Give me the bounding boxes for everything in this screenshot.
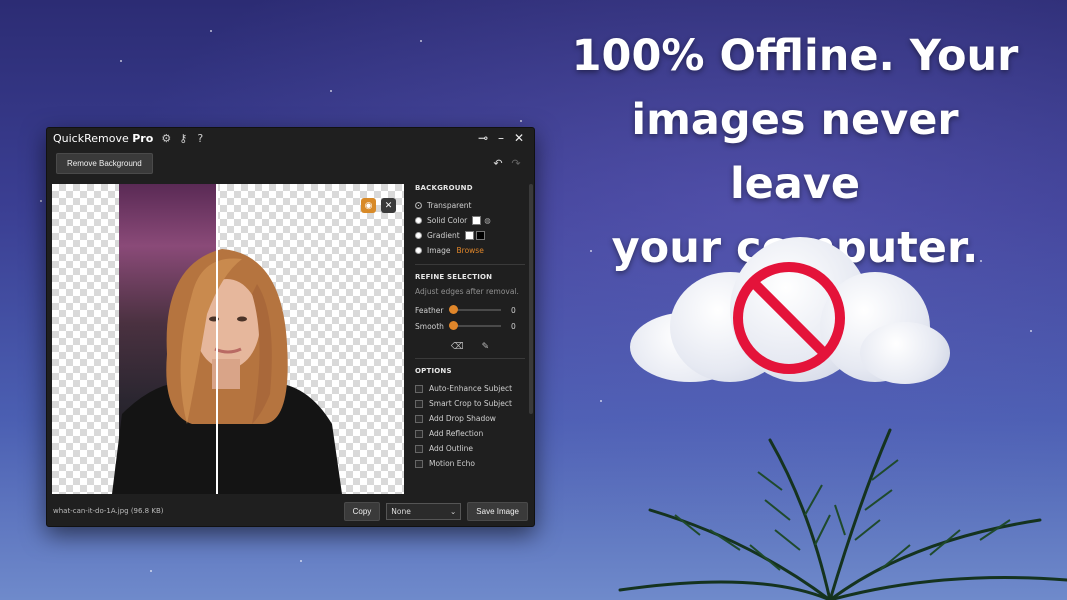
checkbox[interactable] — [415, 429, 423, 438]
compare-toggle-icon[interactable]: ◉ — [361, 198, 376, 213]
close-preview-icon[interactable]: ✕ — [381, 198, 396, 213]
toolbar: Remove Background ↶ ↷ — [47, 148, 534, 178]
checkbox[interactable] — [415, 399, 423, 408]
gear-icon[interactable]: ⚙ — [159, 131, 173, 145]
checkbox[interactable] — [415, 384, 423, 393]
bg-option-label: Solid Color — [427, 216, 468, 225]
eraser-icon[interactable]: ⌫ — [451, 342, 464, 352]
format-select-value: None — [391, 506, 411, 516]
gradient-start-swatch[interactable] — [464, 231, 474, 240]
color-picker-icon[interactable]: ◍ — [484, 216, 491, 225]
options-section-title: OPTIONS — [415, 367, 452, 375]
undo-icon[interactable]: ↶ — [489, 157, 507, 170]
smooth-label: Smooth — [415, 321, 444, 331]
restore-brush-icon[interactable]: ✎ — [482, 342, 490, 352]
feather-value: 0 — [511, 305, 516, 315]
option-label: Add Reflection — [429, 429, 484, 438]
redo-icon[interactable]: ↷ — [507, 157, 525, 170]
bg-option-image[interactable]: Image Browse — [415, 243, 525, 258]
checkbox[interactable] — [415, 444, 423, 453]
copy-button[interactable]: Copy — [343, 501, 381, 521]
bg-option-label: Gradient — [427, 231, 460, 240]
bg-option-label: Transparent — [427, 201, 472, 210]
option-smart-crop[interactable]: Smart Crop to Subject — [415, 396, 525, 411]
app-title-main: QuickRemove — [53, 131, 129, 145]
palm-leaves-decoration — [618, 428, 1067, 600]
feather-slider[interactable] — [449, 305, 501, 314]
app-window: QuickRemove Pro ⚙ ⚷ ? ⊸ – ✕ Remove Backg… — [46, 127, 535, 527]
app-title: QuickRemove Pro — [53, 132, 153, 145]
feather-label: Feather — [415, 305, 444, 315]
format-select[interactable]: None ⌄ — [386, 502, 462, 520]
smooth-slider-row: Smooth 0 — [415, 318, 525, 334]
headline-line-1: 100% Offline. Your — [571, 31, 1019, 81]
status-bar: what-can-it-do-1A.jpg (96.8 KB) Copy Non… — [47, 496, 534, 526]
solid-color-swatch[interactable] — [472, 216, 482, 225]
divider — [415, 358, 525, 359]
checkbox[interactable] — [415, 414, 423, 423]
feather-slider-row: Feather 0 — [415, 302, 525, 318]
background-section-title: BACKGROUND — [415, 184, 473, 192]
option-auto-enhance[interactable]: Auto-Enhance Subject — [415, 381, 525, 396]
headline-line-2: images never leave — [631, 95, 959, 209]
bg-option-transparent[interactable]: Transparent — [415, 198, 525, 213]
panel-scrollbar[interactable] — [529, 184, 533, 414]
subject-portrait — [112, 249, 342, 494]
divider — [415, 264, 525, 265]
image-preview-canvas[interactable]: ◉ ✕ — [52, 184, 404, 494]
app-title-pro: Pro — [132, 131, 154, 145]
smooth-slider[interactable] — [449, 321, 501, 330]
option-drop-shadow[interactable]: Add Drop Shadow — [415, 411, 525, 426]
smooth-value: 0 — [511, 321, 516, 331]
key-icon[interactable]: ⚷ — [176, 131, 190, 145]
comparison-slider-handle[interactable] — [216, 184, 218, 494]
option-motion-echo[interactable]: Motion Echo — [415, 456, 525, 471]
option-label: Smart Crop to Subject — [429, 399, 512, 408]
checkbox[interactable] — [415, 459, 423, 468]
radio-transparent[interactable] — [415, 202, 422, 209]
bg-option-solid-color[interactable]: Solid Color ◍ — [415, 213, 525, 228]
refine-hint: Adjust edges after removal. — [415, 287, 519, 296]
help-icon[interactable]: ? — [193, 131, 207, 145]
settings-panel: BACKGROUND Transparent Solid Color ◍ Gra… — [415, 184, 525, 494]
close-button[interactable]: ✕ — [510, 131, 528, 145]
bg-option-label: Image — [427, 246, 451, 255]
refine-section-title: REFINE SELECTION — [415, 273, 493, 281]
remove-background-button[interactable]: Remove Background — [56, 152, 153, 174]
browse-link[interactable]: Browse — [457, 246, 484, 255]
refine-tools: ⌫ ✎ — [415, 342, 525, 352]
option-label: Add Drop Shadow — [429, 414, 496, 423]
radio-solid-color[interactable] — [415, 217, 422, 224]
option-label: Add Outline — [429, 444, 474, 453]
file-info: what-can-it-do-1A.jpg (96.8 KB) — [53, 507, 164, 515]
option-outline[interactable]: Add Outline — [415, 441, 525, 456]
option-reflection[interactable]: Add Reflection — [415, 426, 525, 441]
minimize-button[interactable]: – — [492, 131, 510, 145]
save-image-button[interactable]: Save Image — [467, 501, 528, 521]
gradient-end-swatch[interactable] — [475, 231, 485, 240]
option-label: Auto-Enhance Subject — [429, 384, 513, 393]
bg-option-gradient[interactable]: Gradient — [415, 228, 525, 243]
radio-gradient[interactable] — [415, 232, 422, 239]
radio-image[interactable] — [415, 247, 422, 254]
title-bar[interactable]: QuickRemove Pro ⚙ ⚷ ? ⊸ – ✕ — [47, 128, 534, 148]
chevron-down-icon: ⌄ — [450, 506, 457, 516]
no-sign-icon — [733, 262, 845, 374]
pin-icon[interactable]: ⊸ — [474, 131, 492, 145]
option-label: Motion Echo — [429, 459, 476, 468]
